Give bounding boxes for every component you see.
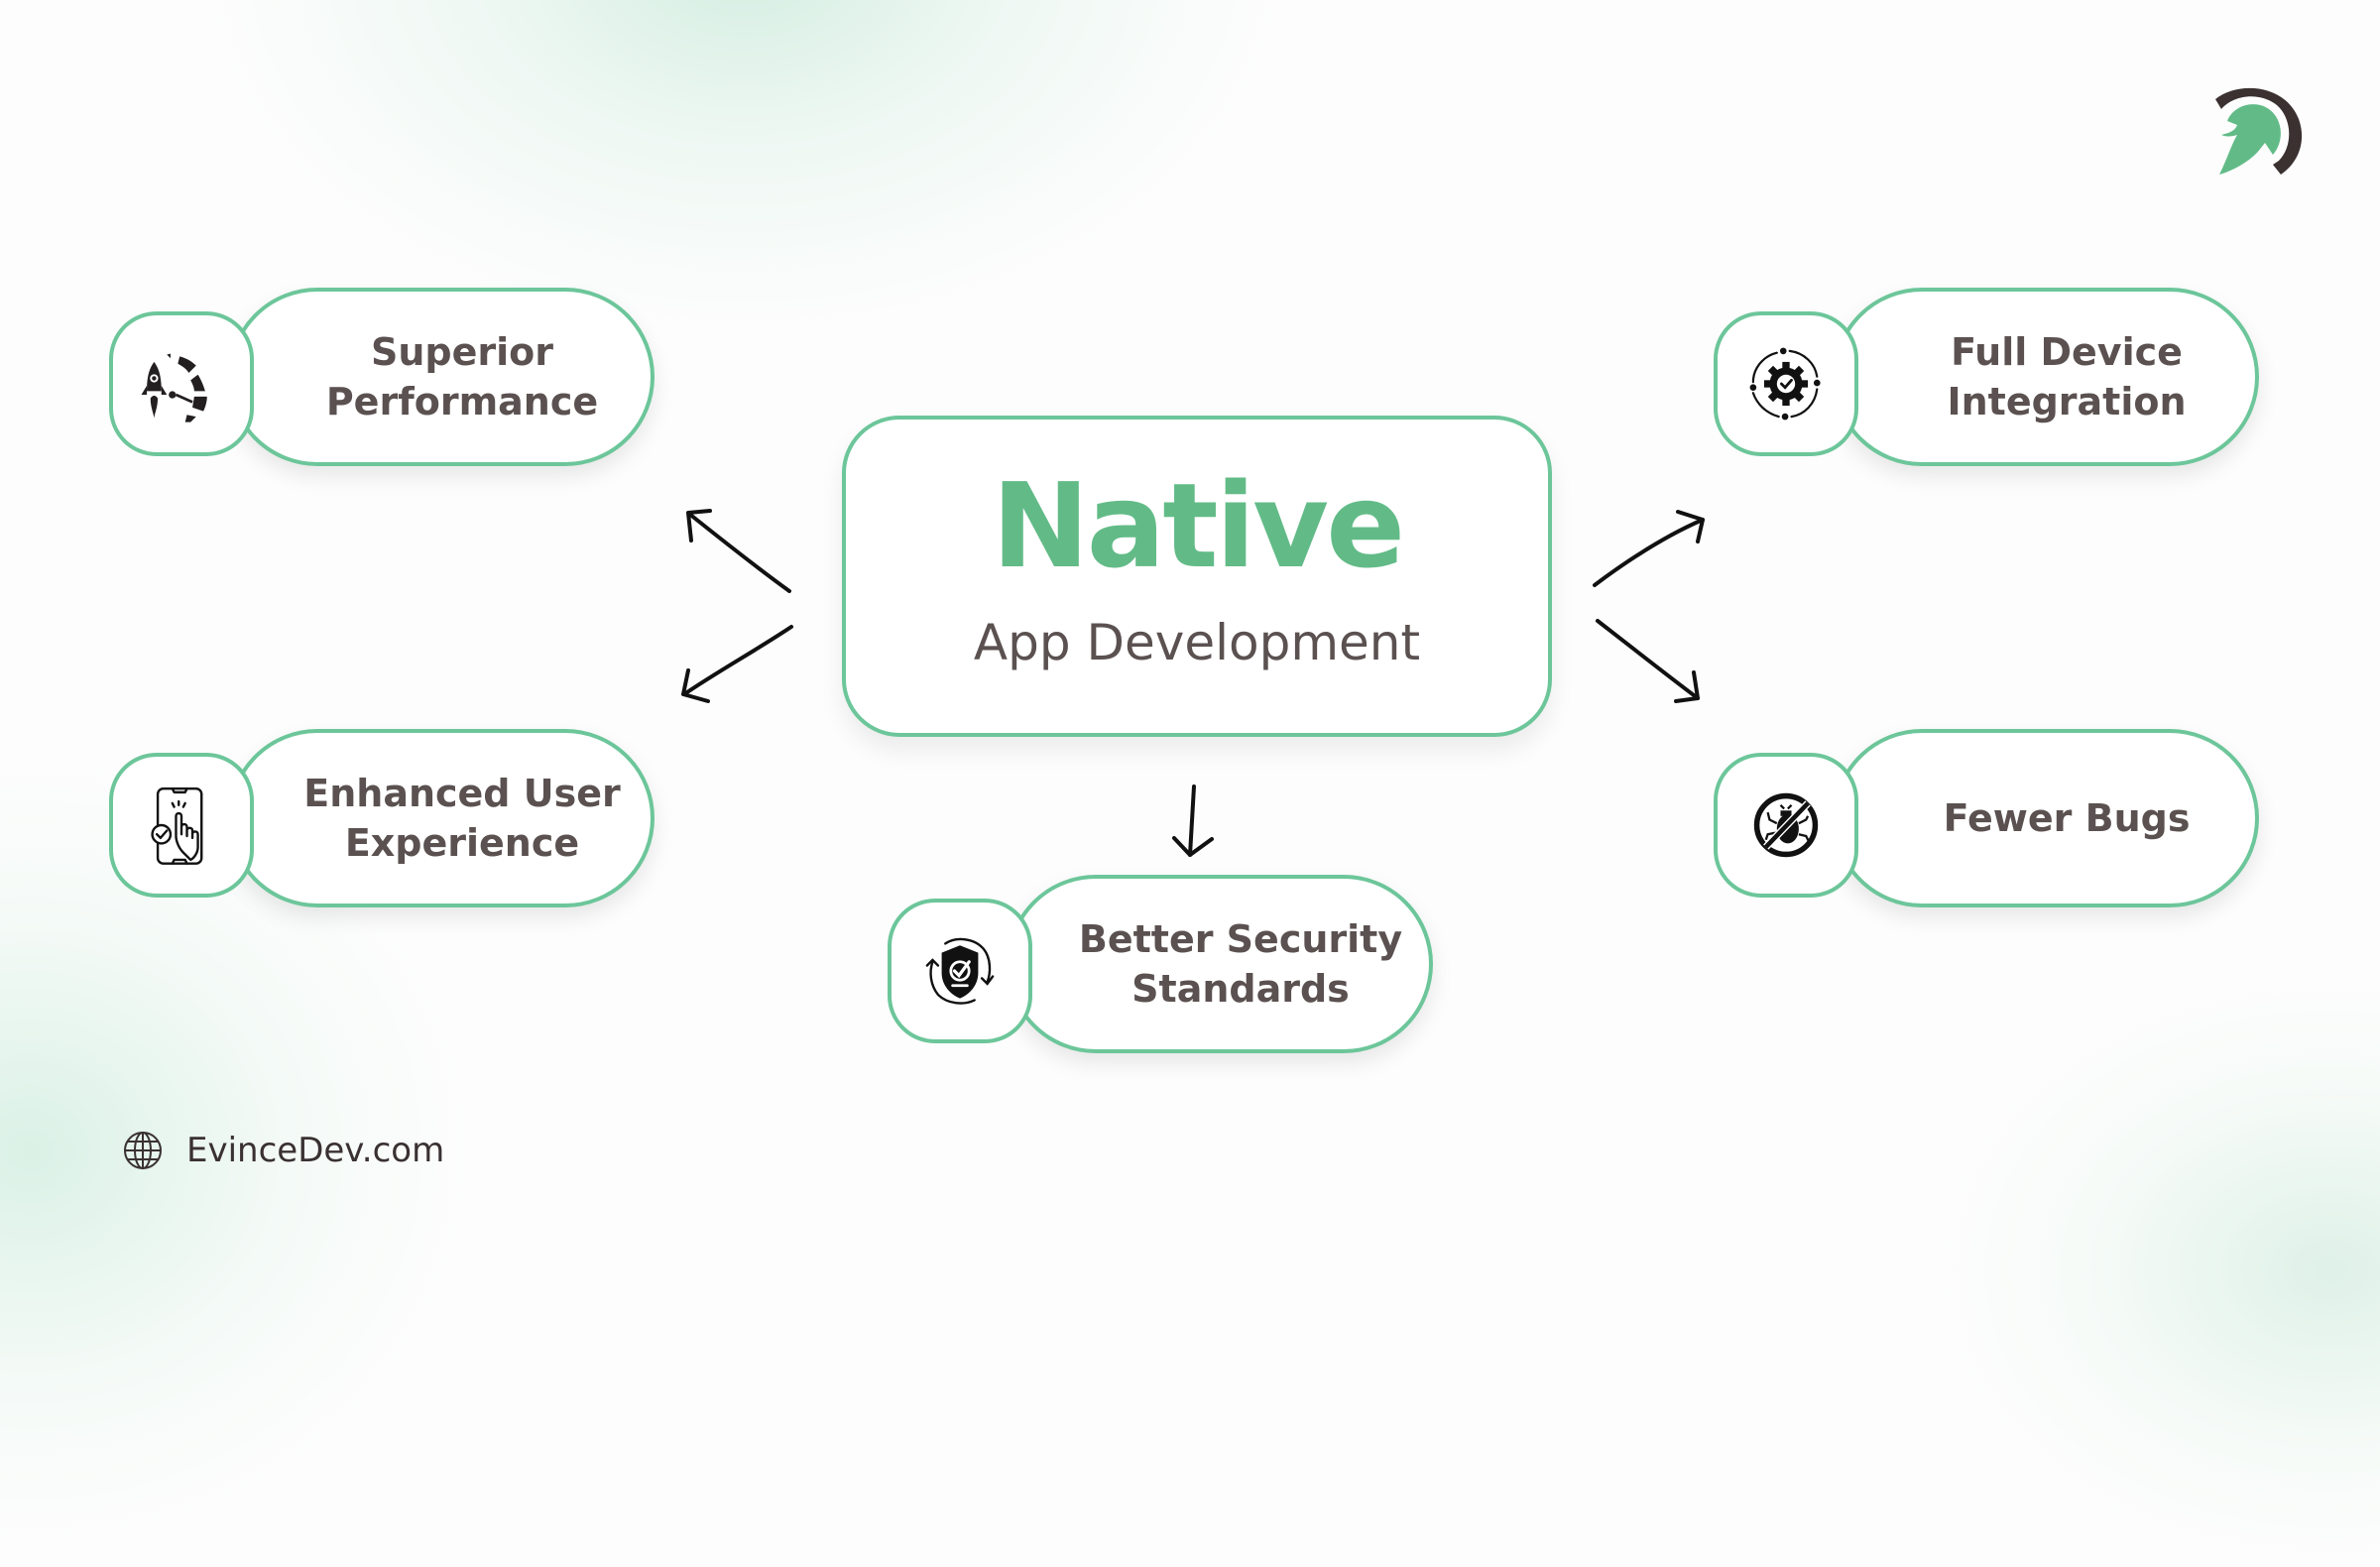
feature-label-pill: Fewer Bugs [1833, 729, 2259, 907]
center-subtitle: App Development [973, 614, 1421, 671]
feature-card-better-security-standards: Better Security Standards [888, 875, 1443, 1063]
feature-label-line1: Full Device [1951, 330, 2183, 374]
feature-card-enhanced-user-experience: Enhanced User Experience [109, 729, 664, 917]
arrow-to-fewer-bugs [1596, 619, 1700, 703]
feature-label-line1: Enhanced User [303, 772, 621, 815]
shield-check-refresh-icon [925, 937, 995, 1005]
feature-label-line2: Experience [344, 821, 580, 865]
center-topic-box: Native App Development [842, 416, 1552, 737]
background-glow-top [198, 0, 1289, 337]
rocket-speedometer-icon [141, 353, 207, 422]
feature-card-fewer-bugs: Fewer Bugs [1714, 729, 2269, 917]
arrow-to-full-device-integration [1593, 510, 1705, 587]
feature-label-pill: Better Security Standards [1007, 875, 1433, 1053]
arrow-to-superior-performance [686, 509, 791, 593]
website-link[interactable]: EvinceDev.com [186, 1131, 444, 1170]
feature-icon-box [1714, 311, 1858, 456]
feature-card-superior-performance: Superior Performance [109, 288, 664, 476]
feature-card-full-device-integration: Full Device Integration [1714, 288, 2269, 476]
feature-label-line1: Fewer Bugs [1943, 796, 2191, 840]
feature-label-pill: Enhanced User Experience [228, 729, 654, 907]
feature-label-line1: Better Security [1078, 917, 1403, 961]
feature-icon-box [1714, 753, 1858, 898]
arrow-to-better-security-standards [1172, 784, 1214, 857]
feature-label-line1: Superior [370, 330, 553, 374]
center-title: Native [991, 457, 1405, 594]
feature-label-line2: Performance [325, 380, 599, 423]
feature-label-line2: Standards [1131, 967, 1350, 1011]
no-bug-icon [1753, 792, 1819, 858]
feature-icon-box [109, 753, 254, 898]
feature-icon-box [109, 311, 254, 456]
phone-touch-check-icon [151, 787, 203, 865]
feature-label-line2: Integration [1947, 380, 2187, 423]
feature-label-pill: Full Device Integration [1833, 288, 2259, 466]
feature-label-pill: Superior Performance [228, 288, 654, 466]
footer: EvinceDev.com [121, 1129, 444, 1172]
feature-icon-box [888, 899, 1032, 1043]
arrow-to-enhanced-user-experience [681, 625, 793, 703]
globe-icon [124, 1132, 162, 1169]
gear-check-cycle-icon [1749, 347, 1821, 421]
background-glow-bottom-right [1934, 972, 2380, 1567]
spartan-helmet-logo [2215, 87, 2303, 175]
